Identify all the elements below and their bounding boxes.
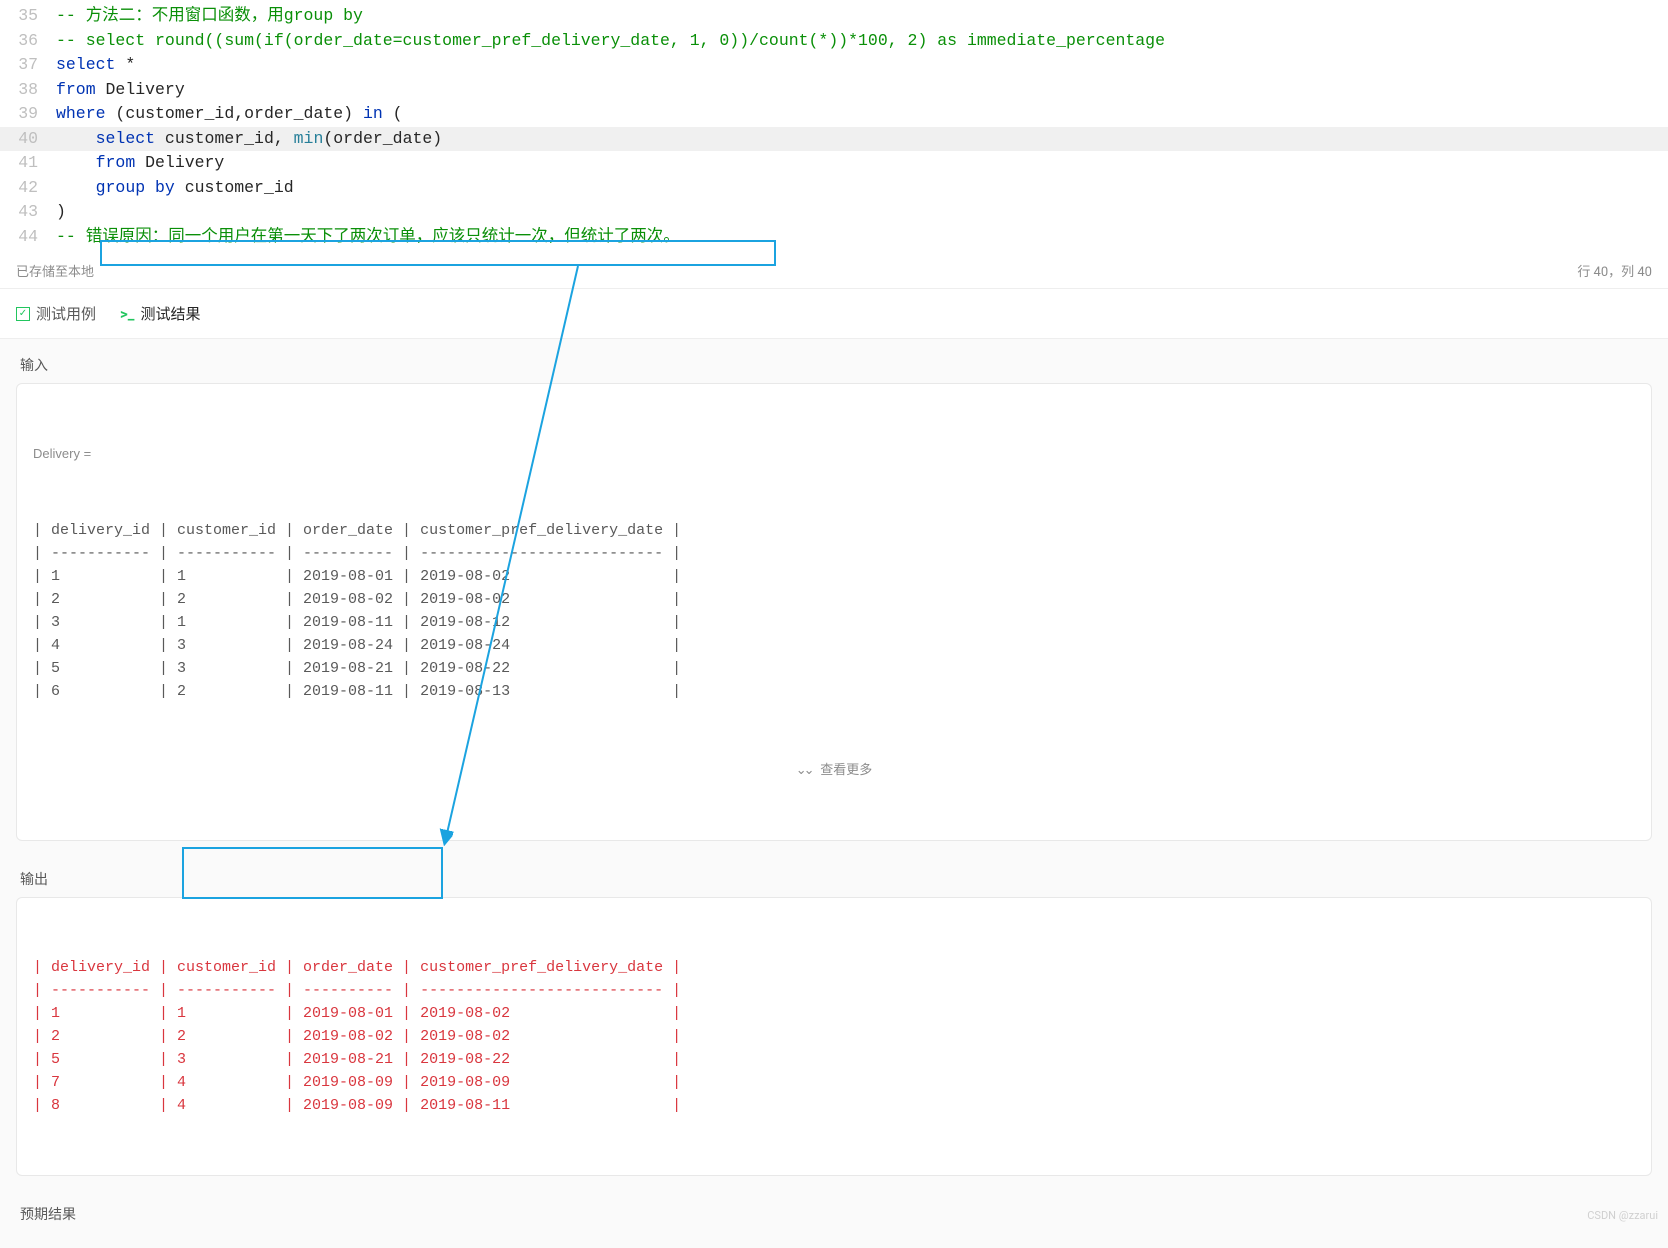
code-content: from Delivery — [56, 151, 1668, 176]
code-content: from Delivery — [56, 78, 1668, 103]
code-line[interactable]: 35-- 方法二：不用窗口函数，用group by — [0, 4, 1668, 29]
line-number: 36 — [0, 29, 56, 54]
line-number: 37 — [0, 53, 56, 78]
cursor-position: 行 40，列 40 — [1577, 261, 1652, 280]
input-section-label: 输入 — [0, 339, 1668, 383]
watermark: CSDN @zzarui — [1587, 1209, 1658, 1222]
line-number: 35 — [0, 4, 56, 29]
code-content: ) — [56, 200, 1668, 225]
see-more-link[interactable]: 查看更多 — [33, 749, 1635, 782]
input-data-block[interactable]: Delivery = | delivery_id | customer_id |… — [16, 383, 1652, 841]
code-line[interactable]: 41 from Delivery — [0, 151, 1668, 176]
tab-testresult-label: 测试结果 — [140, 303, 200, 324]
output-table-text: | delivery_id | customer_id | order_date… — [33, 956, 1635, 1117]
line-number: 44 — [0, 225, 56, 250]
input-table-text: | delivery_id | customer_id | order_date… — [33, 519, 1635, 703]
annotation-box-output-rows — [182, 847, 443, 899]
terminal-icon: >_ — [120, 305, 134, 323]
tab-testcase-label: 测试用例 — [36, 303, 96, 324]
annotation-box-comment — [100, 240, 776, 266]
code-content: group by customer_id — [56, 176, 1668, 201]
results-panel: ✓ 测试用例 >_ 测试结果 输入 Delivery = | delivery_… — [0, 289, 1668, 1248]
code-editor[interactable]: 35-- 方法二：不用窗口函数，用group by36-- select rou… — [0, 0, 1668, 253]
output-data-block[interactable]: | delivery_id | customer_id | order_date… — [16, 897, 1652, 1176]
line-number: 41 — [0, 151, 56, 176]
code-line[interactable]: 39where (customer_id,order_date) in ( — [0, 102, 1668, 127]
line-number: 40 — [0, 127, 56, 152]
code-content: select * — [56, 53, 1668, 78]
input-table-name: Delivery = — [33, 442, 1635, 465]
code-line[interactable]: 42 group by customer_id — [0, 176, 1668, 201]
tab-testresult[interactable]: >_ 测试结果 — [120, 303, 200, 324]
code-content: where (customer_id,order_date) in ( — [56, 102, 1668, 127]
expected-section-label: 预期结果 — [0, 1188, 1668, 1232]
code-line[interactable]: 36-- select round((sum(if(order_date=cus… — [0, 29, 1668, 54]
code-content: -- select round((sum(if(order_date=custo… — [56, 29, 1668, 54]
code-content: -- 方法二：不用窗口函数，用group by — [56, 4, 1668, 29]
line-number: 39 — [0, 102, 56, 127]
code-line[interactable]: 40 select customer_id, min(order_date) — [0, 127, 1668, 152]
line-number: 38 — [0, 78, 56, 103]
tab-testcase[interactable]: ✓ 测试用例 — [16, 303, 96, 324]
code-line[interactable]: 37select * — [0, 53, 1668, 78]
check-icon: ✓ — [16, 307, 30, 321]
save-status: 已存储至本地 — [16, 261, 94, 280]
result-tabs: ✓ 测试用例 >_ 测试结果 — [0, 289, 1668, 339]
line-number: 42 — [0, 176, 56, 201]
code-line[interactable]: 43) — [0, 200, 1668, 225]
code-line[interactable]: 38from Delivery — [0, 78, 1668, 103]
line-number: 43 — [0, 200, 56, 225]
code-content: select customer_id, min(order_date) — [56, 127, 1668, 152]
